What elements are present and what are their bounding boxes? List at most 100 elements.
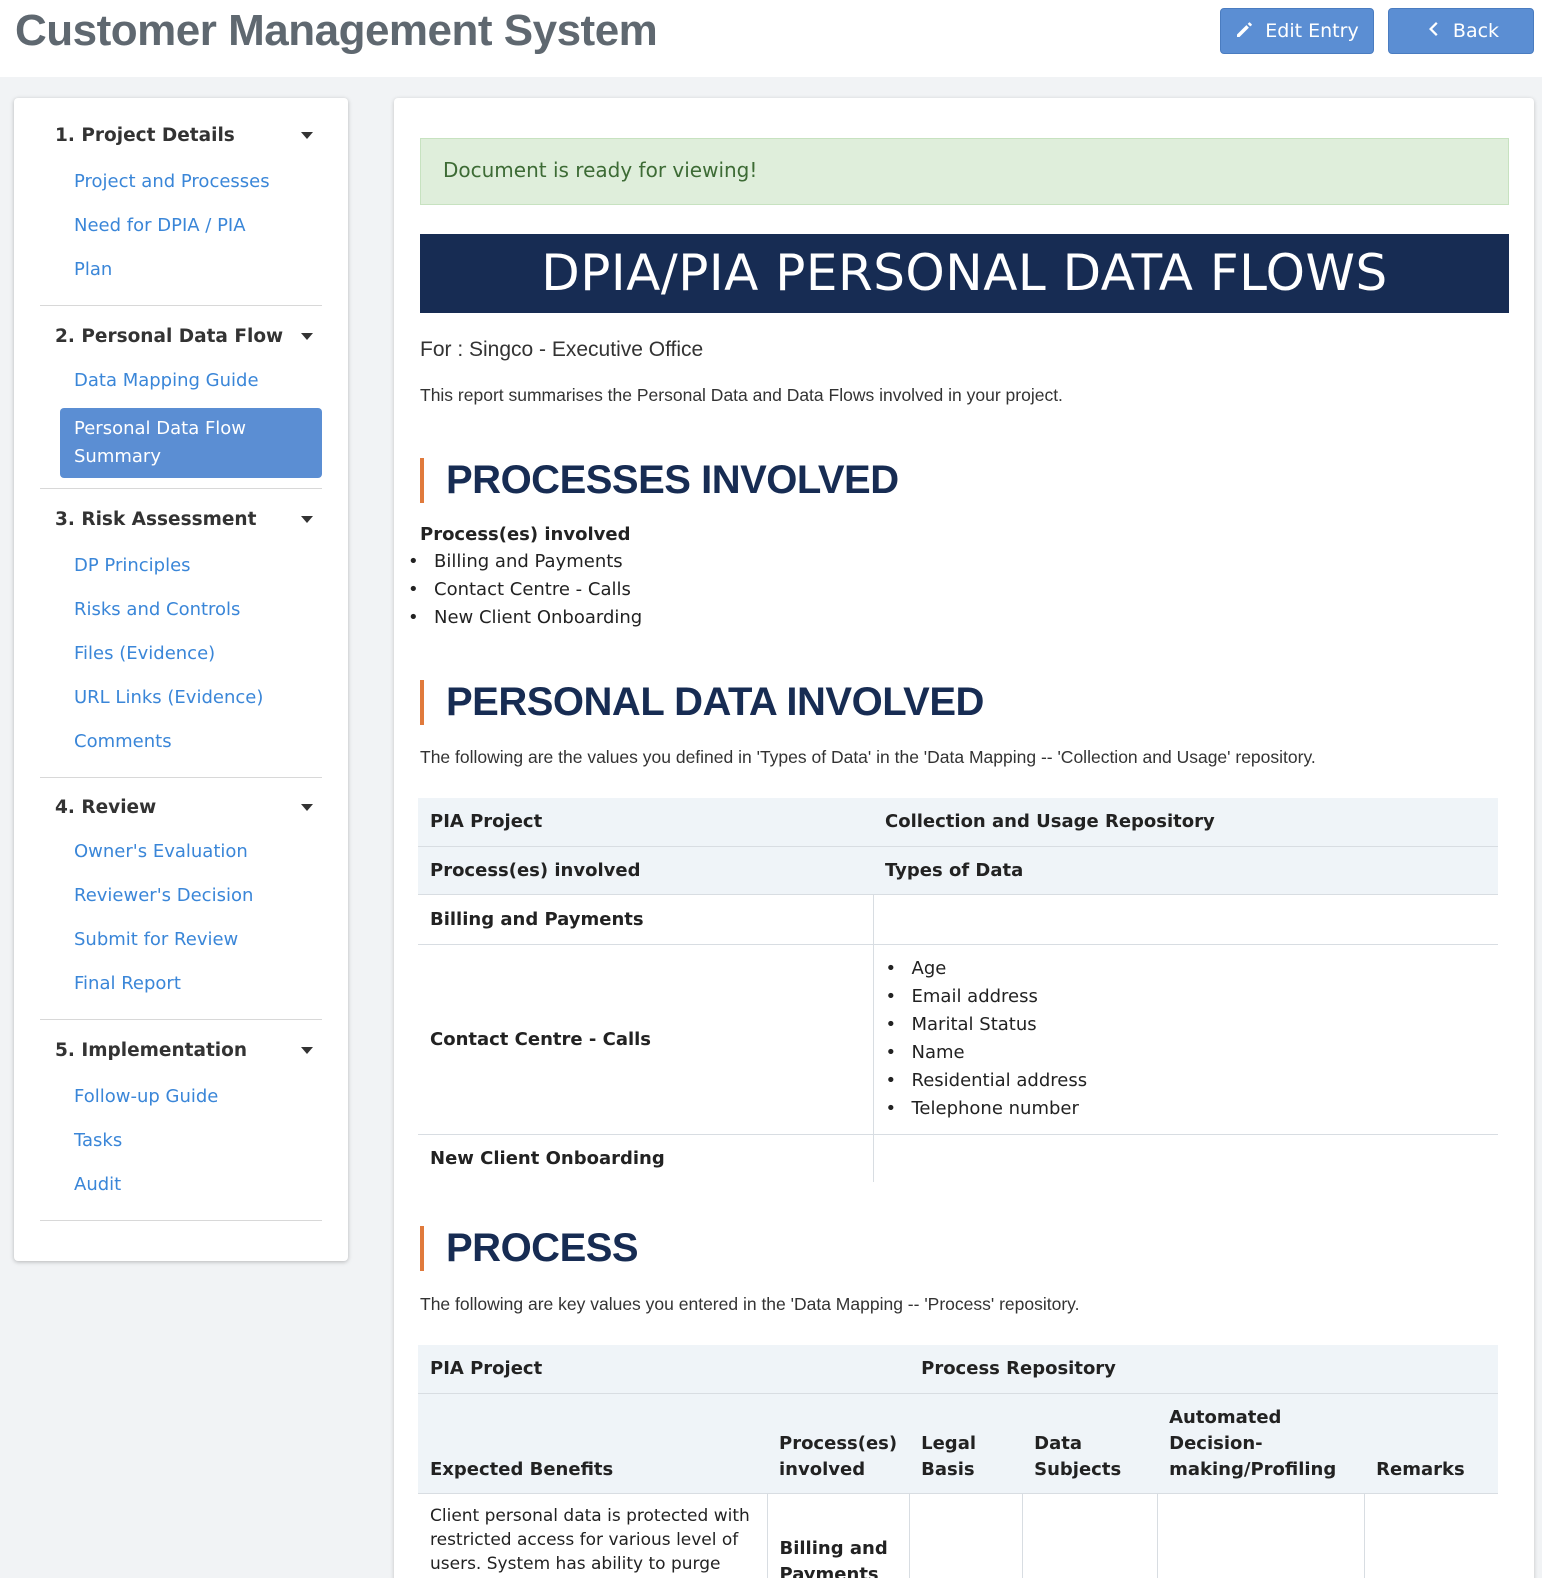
list-item: Residential address — [886, 1067, 1487, 1095]
table-header-row: Process(es) involved Types of Data — [418, 846, 1498, 894]
back-label: Back — [1452, 20, 1500, 42]
sidebar-item-final-report[interactable]: Final Report — [74, 973, 181, 994]
divider — [40, 488, 322, 489]
column-header-automated-decision-making: Automated Decision-making/Profiling — [1169, 1406, 1337, 1480]
sidebar-item-reviewers-decision[interactable]: Reviewer's Decision — [74, 885, 253, 906]
list-item: Age — [886, 955, 1487, 983]
report-banner: DPIA/PIA PERSONAL DATA FLOWS — [420, 234, 1509, 313]
table-cell-legal-basis — [909, 1493, 1023, 1578]
sidebar-item-risks-and-controls[interactable]: Risks and Controls — [74, 599, 240, 620]
table-cell-types — [873, 1134, 1498, 1182]
table-header: PIA Project — [430, 1358, 543, 1380]
top-header: Customer Management System Edit Entry Ba… — [0, 0, 1542, 77]
sidebar-item-follow-up-guide[interactable]: Follow-up Guide — [74, 1086, 218, 1107]
column-header-expected-benefits: Expected Benefits — [430, 1458, 614, 1480]
sidebar-item-project-and-processes[interactable]: Project and Processes — [74, 171, 270, 192]
sidebar-item-url-links-evidence[interactable]: URL Links (Evidence) — [74, 687, 263, 708]
table-header-row: PIA Project Process Repository — [418, 1345, 1498, 1393]
list-item: Contact Centre - Calls — [408, 576, 642, 604]
sidebar-item-data-mapping-guide[interactable]: Data Mapping Guide — [74, 370, 259, 391]
personal-data-heading: PERSONAL DATA INVOLVED — [420, 680, 984, 725]
table-cell-benefit: Client personal data is protected with r… — [418, 1493, 768, 1578]
section-project-details[interactable]: 1. Project Details — [55, 125, 317, 146]
section-title: 3. Risk Assessment — [55, 509, 257, 530]
caret-down-icon — [301, 132, 313, 139]
table-cell-process: New Client Onboarding — [418, 1134, 874, 1182]
section-title: 4. Review — [55, 797, 157, 818]
divider — [40, 1220, 322, 1221]
personal-data-description: The following are the values you defined… — [420, 747, 1316, 767]
caret-down-icon — [301, 1047, 313, 1054]
table-cell-remarks — [1364, 1493, 1498, 1578]
sidebar-item-plan[interactable]: Plan — [74, 259, 112, 280]
list-item: Billing and Payments — [408, 548, 642, 576]
types-list: Age Email address Marital Status Name Re… — [886, 945, 1487, 1133]
table-cell-process: Contact Centre - Calls — [418, 944, 874, 1134]
personal-data-table: PIA Project Collection and Usage Reposit… — [418, 798, 1498, 1182]
table-row: Billing and Payments — [418, 894, 1498, 944]
list-item: Name — [886, 1039, 1487, 1067]
table-cell-process: Billing and Payments — [418, 894, 874, 944]
sidebar-item-dp-principles[interactable]: DP Principles — [74, 555, 191, 576]
section-risk-assessment[interactable]: 3. Risk Assessment — [55, 509, 317, 530]
process-table: PIA Project Process Repository Expected … — [418, 1345, 1498, 1578]
processes-label: Process(es) involved — [420, 524, 631, 545]
table-header-row: PIA Project Collection and Usage Reposit… — [418, 798, 1498, 846]
section-personal-data-flow[interactable]: 2. Personal Data Flow — [55, 326, 317, 347]
list-item: Telephone number — [886, 1095, 1487, 1123]
table-header: Types of Data — [885, 859, 1024, 881]
list-item: Marital Status — [886, 1011, 1487, 1039]
table-cell-automated — [1157, 1493, 1365, 1578]
table-row: New Client Onboarding — [418, 1134, 1498, 1182]
table-cell-data-subjects — [1022, 1493, 1158, 1578]
column-header-processes: Process(es) involved — [779, 1432, 898, 1480]
table-row: Client personal data is protected with r… — [418, 1493, 1498, 1578]
table-header: PIA Project — [430, 811, 543, 833]
processes-list: Billing and Payments Contact Centre - Ca… — [408, 548, 642, 632]
table-header: Process(es) involved — [430, 859, 641, 881]
sidebar-item-comments[interactable]: Comments — [74, 731, 172, 752]
sidebar-item-files-evidence[interactable]: Files (Evidence) — [74, 643, 215, 664]
list-item: New Client Onboarding — [408, 604, 642, 632]
table-header: Process Repository — [921, 1358, 1116, 1380]
back-button[interactable]: Back — [1388, 8, 1534, 54]
table-row: Contact Centre - Calls Age Email address… — [418, 944, 1498, 1134]
caret-down-icon — [301, 333, 313, 340]
column-header-data-subjects: Data Subjects — [1034, 1432, 1122, 1480]
sidebar-item-need-for-dpia[interactable]: Need for DPIA / PIA — [74, 215, 246, 236]
list-item: Email address — [886, 983, 1487, 1011]
section-review[interactable]: 4. Review — [55, 797, 317, 818]
section-title: 2. Personal Data Flow — [55, 326, 284, 347]
section-title: 1. Project Details — [55, 125, 235, 146]
table-cell-types: Age Email address Marital Status Name Re… — [873, 944, 1498, 1134]
column-header-remarks: Remarks — [1376, 1458, 1465, 1480]
column-header-legal-basis: Legal Basis — [921, 1432, 977, 1480]
divider — [40, 305, 322, 306]
sidebar-item-tasks[interactable]: Tasks — [74, 1130, 122, 1151]
sidebar-item-audit[interactable]: Audit — [74, 1174, 121, 1195]
process-heading: PROCESS — [420, 1226, 639, 1271]
process-description: The following are key values you entered… — [420, 1294, 1080, 1314]
sidebar-item-personal-data-flow-summary[interactable]: Personal Data Flow Summary — [60, 408, 322, 478]
table-header-row: Expected Benefits Process(es) involved L… — [418, 1393, 1498, 1493]
sidebar-item-submit-for-review[interactable]: Submit for Review — [74, 929, 238, 950]
report-intro: This report summarises the Personal Data… — [420, 385, 1063, 405]
pencil-icon — [1235, 19, 1255, 44]
table-cell-types — [873, 894, 1498, 944]
processes-heading: PROCESSES INVOLVED — [420, 458, 899, 503]
sidebar-item-owners-evaluation[interactable]: Owner's Evaluation — [74, 841, 248, 862]
report-for-line: For : Singco - Executive Office — [420, 338, 704, 361]
app-title: Customer Management System — [15, 6, 658, 55]
divider — [40, 777, 322, 778]
sidebar-nav: 1. Project Details Project and Processes… — [14, 98, 348, 1261]
edit-entry-label: Edit Entry — [1265, 20, 1359, 42]
success-alert: Document is ready for viewing! — [420, 138, 1509, 205]
section-title: 5. Implementation — [55, 1040, 248, 1061]
divider — [40, 1019, 322, 1020]
chevron-left-icon — [1423, 19, 1443, 44]
table-header: Collection and Usage Repository — [885, 811, 1215, 833]
section-implementation[interactable]: 5. Implementation — [55, 1040, 317, 1061]
caret-down-icon — [301, 804, 313, 811]
edit-entry-button[interactable]: Edit Entry — [1220, 8, 1374, 54]
table-cell-process: Billing and Payments — [767, 1493, 910, 1578]
